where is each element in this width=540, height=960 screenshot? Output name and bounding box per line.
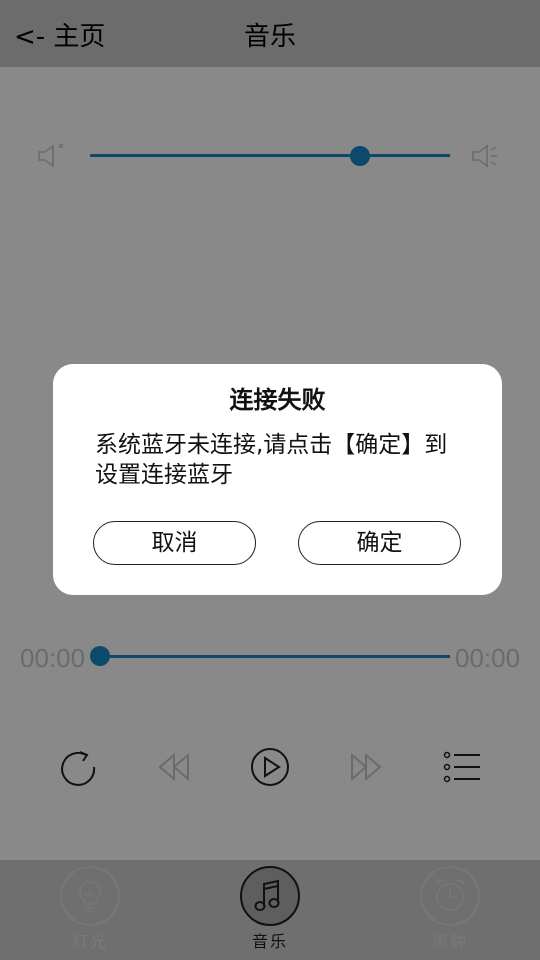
total-time: 00:00 <box>455 643 521 673</box>
volume-mute-icon[interactable] <box>36 140 68 172</box>
tab-light-button[interactable] <box>60 866 120 926</box>
tab-alarm[interactable]: 闹钟 <box>410 866 490 960</box>
tab-music-label: 音乐 <box>251 932 288 951</box>
play-icon[interactable] <box>248 745 292 789</box>
repeat-icon[interactable] <box>56 745 100 789</box>
current-time: 00:00 <box>20 643 86 673</box>
dialog-message: 系统蓝牙未连接,请点击【确定】到设置连接蓝牙 <box>95 432 448 488</box>
cancel-button[interactable]: 取消 <box>93 521 256 565</box>
music-note-icon <box>254 879 280 911</box>
volume-slider-thumb[interactable] <box>350 146 370 166</box>
next-icon[interactable] <box>344 745 388 789</box>
tab-alarm-label: 闹钟 <box>431 932 468 951</box>
volume-up-icon[interactable] <box>470 140 502 172</box>
bottom-tab-bar: 灯光 音乐 闹钟 <box>0 860 540 960</box>
tab-music-button[interactable] <box>240 866 300 926</box>
dialog-title: 连接失败 <box>229 386 326 414</box>
tab-alarm-button[interactable] <box>420 866 480 926</box>
tab-light-label: 灯光 <box>71 932 108 951</box>
bulb-icon <box>79 881 101 912</box>
confirm-button[interactable]: 确定 <box>298 521 461 565</box>
tab-light[interactable]: 灯光 <box>50 866 130 960</box>
previous-icon[interactable] <box>152 745 196 789</box>
progress-slider-track[interactable] <box>96 655 450 658</box>
playlist-icon[interactable] <box>440 745 484 789</box>
volume-slider-track[interactable] <box>90 154 450 157</box>
alarm-clock-icon <box>435 879 465 911</box>
progress-slider-thumb[interactable] <box>90 646 110 666</box>
top-bar: <- 主页 音乐 <box>0 0 540 67</box>
page-title: 音乐 <box>243 22 296 52</box>
tab-music[interactable]: 音乐 <box>230 866 310 960</box>
connection-failed-dialog: 连接失败 系统蓝牙未连接,请点击【确定】到设置连接蓝牙 取消 确定 <box>53 364 502 595</box>
